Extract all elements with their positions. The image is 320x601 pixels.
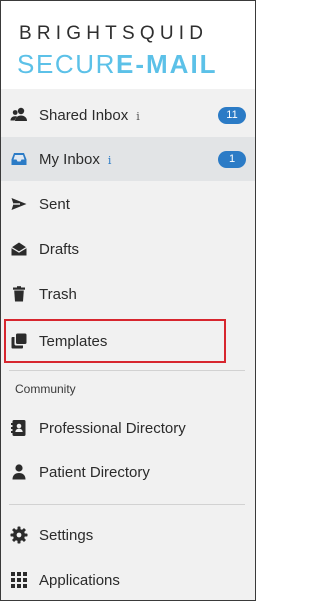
paper-plane-icon [10, 195, 28, 213]
users-icon [10, 106, 28, 124]
nav-label-drafts: Drafts [39, 240, 80, 258]
user-icon [10, 463, 28, 481]
nav-item-applications[interactable]: Applications [1, 558, 255, 600]
community-heading: Community [15, 382, 76, 396]
nav-item-professional-directory[interactable]: Professional Directory [1, 406, 255, 450]
inbox-icon [10, 150, 28, 168]
nav-item-sent[interactable]: Sent [1, 182, 255, 226]
nav-item-trash[interactable]: Trash [1, 272, 255, 316]
divider [9, 504, 245, 505]
nav-item-patient-directory[interactable]: Patient Directory [1, 450, 255, 494]
gear-icon [10, 526, 28, 544]
divider [9, 370, 245, 371]
nav-label-my-inbox: My Inbox i [39, 151, 111, 168]
nav-item-drafts[interactable]: Drafts [1, 227, 255, 271]
nav-item-settings[interactable]: Settings [1, 513, 255, 557]
grid-icon [10, 571, 28, 589]
logo-product-part-b: E-MAIL [116, 49, 218, 79]
logo-brand-text: BRIGHTSQUID [19, 23, 209, 44]
nav-label-templates: Templates [39, 332, 108, 350]
nav-label-trash: Trash [39, 285, 77, 303]
brightsquid-logo: BRIGHTSQUID SECURE-MAIL [1, 1, 255, 89]
nav-item-shared-inbox[interactable]: Shared Inbox i 11 [1, 93, 255, 137]
shared-inbox-text: Shared Inbox [39, 106, 129, 124]
nav-label-patient-directory: Patient Directory [39, 463, 150, 481]
nav-label-sent: Sent [39, 195, 70, 213]
nav-item-my-inbox[interactable]: My Inbox i 1 [1, 137, 255, 181]
clone-icon [10, 332, 28, 350]
info-icon[interactable]: i [136, 110, 140, 123]
logo-product-text: SECURE-MAIL [17, 49, 218, 80]
nav-label-shared-inbox: Shared Inbox i [39, 107, 140, 124]
envelope-open-icon [10, 240, 28, 258]
nav-label-settings: Settings [39, 526, 94, 544]
nav-label-professional-directory: Professional Directory [39, 419, 186, 437]
unread-count-badge: 1 [218, 150, 246, 168]
logo-product-part-a: SECUR [17, 49, 117, 79]
info-icon[interactable]: i [108, 154, 112, 167]
nav-label-applications: Applications [39, 571, 120, 589]
sidebar-frame: BRIGHTSQUID SECURE-MAIL Shared Inbox i 11… [0, 0, 256, 601]
my-inbox-text: My Inbox [39, 150, 100, 168]
nav-item-templates[interactable]: Templates [1, 319, 255, 363]
unread-count-badge: 11 [218, 106, 246, 124]
address-card-icon [10, 419, 28, 437]
trash-icon [10, 285, 28, 303]
